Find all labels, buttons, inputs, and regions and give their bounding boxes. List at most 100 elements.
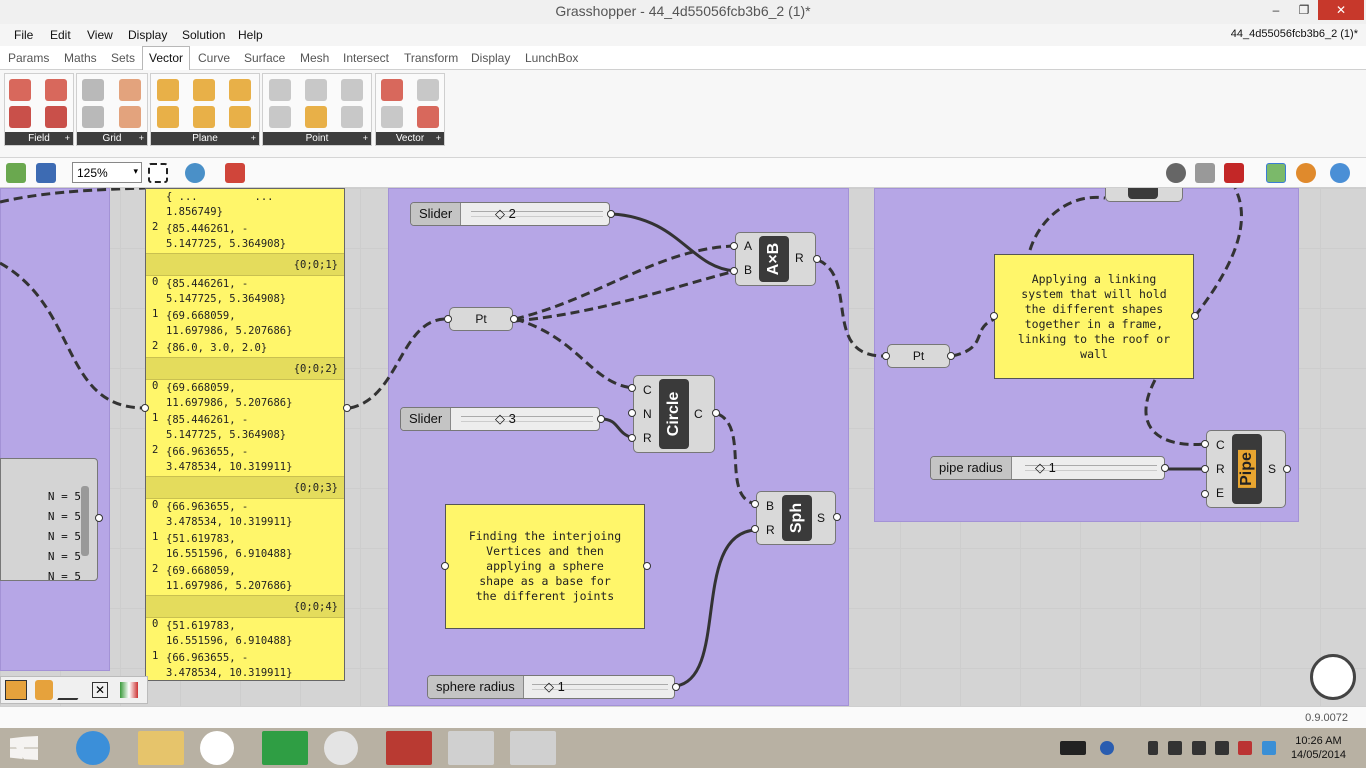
field-line-charge-icon[interactable] bbox=[45, 106, 67, 128]
note-panel-sphere[interactable]: Finding the interjoing Vertices and then… bbox=[445, 504, 645, 629]
close-button[interactable]: ✕ bbox=[1318, 0, 1364, 20]
zoom-extents-icon[interactable] bbox=[148, 163, 168, 183]
ribbon-label-grid[interactable]: Grid + bbox=[77, 132, 147, 145]
sketch-pen-icon[interactable] bbox=[225, 163, 245, 183]
output-port[interactable] bbox=[833, 513, 841, 521]
internet-explorer-icon[interactable] bbox=[76, 731, 110, 765]
param-output-port[interactable] bbox=[510, 315, 518, 323]
tab-curve[interactable]: Curve bbox=[198, 51, 230, 65]
ribbon-label-point[interactable]: Point + bbox=[263, 132, 371, 145]
xy-plane-icon[interactable] bbox=[157, 106, 179, 128]
bake-icon[interactable] bbox=[1266, 163, 1286, 183]
number-slider[interactable]: Slider ◇ 2 bbox=[410, 202, 610, 226]
file-explorer-icon[interactable] bbox=[138, 731, 184, 765]
panel-output-port[interactable] bbox=[343, 404, 351, 412]
rectangular-grid-icon[interactable] bbox=[82, 79, 104, 101]
tab-vector[interactable]: Vector bbox=[142, 46, 191, 71]
panel-scrollbar[interactable] bbox=[81, 486, 89, 556]
input-port[interactable] bbox=[1201, 465, 1209, 473]
preview-selected-icon[interactable] bbox=[1224, 163, 1244, 183]
sync-icon[interactable] bbox=[1262, 741, 1276, 755]
preview-eye-icon[interactable] bbox=[185, 163, 205, 183]
sphere-component[interactable]: B R Sph S bbox=[756, 491, 836, 545]
tab-surface[interactable]: Surface bbox=[244, 51, 285, 65]
tab-mesh[interactable]: Mesh bbox=[300, 51, 329, 65]
field-point-charge-icon[interactable] bbox=[9, 106, 31, 128]
output-port[interactable] bbox=[1283, 465, 1291, 473]
input-port[interactable] bbox=[628, 409, 636, 417]
plane-align-icon[interactable] bbox=[193, 106, 215, 128]
input-port[interactable] bbox=[751, 525, 759, 533]
random-points-icon[interactable] bbox=[119, 106, 141, 128]
cull-duplicates-icon[interactable] bbox=[341, 106, 363, 128]
param-input-port[interactable] bbox=[882, 352, 890, 360]
vector-length-icon[interactable] bbox=[417, 106, 439, 128]
tab-maths[interactable]: Maths bbox=[64, 51, 97, 65]
minimize-button[interactable]: – bbox=[1262, 0, 1290, 20]
windows-start-icon[interactable] bbox=[10, 736, 38, 760]
restore-button[interactable]: ❐ bbox=[1290, 0, 1318, 20]
cross-product-component[interactable]: A B A×B R bbox=[735, 232, 816, 286]
partial-component[interactable] bbox=[1105, 188, 1183, 202]
slider-output-port[interactable] bbox=[597, 415, 605, 423]
menu-edit[interactable]: Edit bbox=[50, 28, 71, 42]
list-output-port[interactable] bbox=[95, 514, 103, 522]
grasshopper-canvas[interactable]: { ... ... 1.856749} 2 {85.446261, - 5.1477… bbox=[0, 188, 1366, 706]
field-spin-icon[interactable] bbox=[45, 79, 67, 101]
document-preview-settings-icon[interactable] bbox=[1330, 163, 1350, 183]
plane-origin-icon[interactable] bbox=[157, 79, 179, 101]
slider-track[interactable] bbox=[461, 416, 593, 422]
menu-display[interactable]: Display bbox=[128, 28, 167, 42]
note-output-port[interactable] bbox=[643, 562, 651, 570]
point-param[interactable]: Pt bbox=[887, 344, 950, 368]
rhino-icon[interactable] bbox=[448, 731, 494, 765]
closest-point-icon[interactable] bbox=[341, 79, 363, 101]
param-input-port[interactable] bbox=[444, 315, 452, 323]
vector-xyz-icon[interactable] bbox=[381, 79, 403, 101]
ribbon-label-plane[interactable]: Plane + bbox=[151, 132, 259, 145]
tab-lunchbox[interactable]: LunchBox bbox=[525, 51, 578, 65]
action-center-icon[interactable] bbox=[1100, 741, 1114, 755]
construct-point-icon[interactable] bbox=[269, 79, 291, 101]
pipe-radius-slider[interactable]: pipe radius ◇ 1 bbox=[930, 456, 1165, 480]
vector-2pt-icon[interactable] bbox=[417, 79, 439, 101]
input-port[interactable] bbox=[628, 434, 636, 442]
color-icon[interactable] bbox=[120, 682, 138, 698]
field-magnet-icon[interactable] bbox=[9, 79, 31, 101]
taskbar-clock[interactable]: 10:26 AM 14/05/2014 bbox=[1291, 734, 1346, 762]
pipe-component[interactable]: C R E Pipe S bbox=[1206, 430, 1286, 508]
rhino-icon[interactable] bbox=[510, 731, 556, 765]
input-port[interactable] bbox=[751, 500, 759, 508]
square-grid-icon[interactable] bbox=[82, 106, 104, 128]
populate-icon[interactable] bbox=[119, 79, 141, 101]
plane-normal-icon[interactable] bbox=[229, 79, 251, 101]
plane-frame-icon[interactable] bbox=[193, 79, 215, 101]
sphere-radius-slider[interactable]: sphere radius ◇ 1 bbox=[427, 675, 675, 699]
tab-display[interactable]: Display bbox=[471, 51, 510, 65]
deconstruct-vector-icon[interactable] bbox=[381, 106, 403, 128]
battery-icon[interactable] bbox=[1168, 741, 1182, 755]
numbers-to-points-icon[interactable] bbox=[305, 79, 327, 101]
point-param[interactable]: Pt bbox=[449, 307, 513, 331]
input-port[interactable] bbox=[1201, 490, 1209, 498]
input-port[interactable] bbox=[628, 384, 636, 392]
output-port[interactable] bbox=[813, 255, 821, 263]
wire-display-icon[interactable] bbox=[5, 680, 27, 700]
sketch-icon[interactable] bbox=[35, 680, 53, 700]
input-port[interactable] bbox=[730, 242, 738, 250]
circle-component[interactable]: C N R Circle C bbox=[633, 375, 715, 453]
show-hidden-icons-icon[interactable] bbox=[1148, 741, 1158, 755]
menu-file[interactable]: File bbox=[14, 28, 33, 42]
presentation-app-icon[interactable] bbox=[386, 731, 432, 765]
preview-mesh-icon[interactable] bbox=[1296, 163, 1316, 183]
preview-shaded-icon[interactable] bbox=[1195, 163, 1215, 183]
chrome-icon[interactable] bbox=[324, 731, 358, 765]
tab-params[interactable]: Params bbox=[8, 51, 49, 65]
note-panel-pipe[interactable]: Applying a linking system that will hold… bbox=[994, 254, 1194, 379]
note-input-port[interactable] bbox=[441, 562, 449, 570]
store-icon[interactable] bbox=[262, 731, 308, 765]
ribbon-label-vector[interactable]: Vector + bbox=[376, 132, 444, 145]
input-port[interactable] bbox=[1201, 440, 1209, 448]
keyboard-icon[interactable] bbox=[1060, 741, 1086, 755]
hp-icon[interactable] bbox=[200, 731, 234, 765]
